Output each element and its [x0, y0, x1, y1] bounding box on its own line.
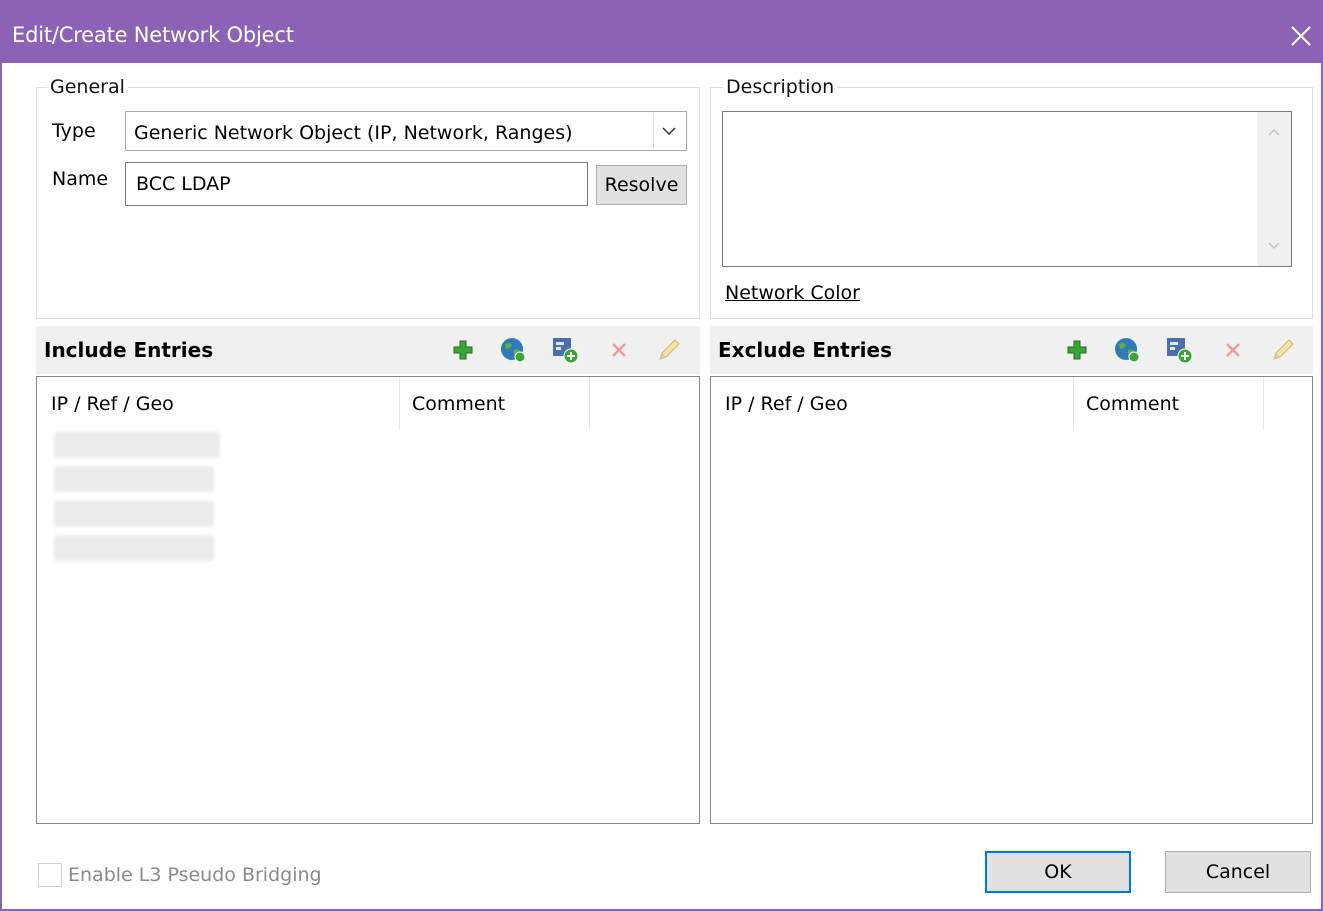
network-object-dialog: Edit/Create Network Object General Type …: [0, 0, 1323, 911]
include-entries-header: Include Entries: [36, 326, 700, 374]
include-entries-list[interactable]: IP / Ref / Geo Comment: [36, 376, 700, 824]
description-legend: Description: [723, 75, 838, 99]
network-color-link[interactable]: Network Color: [725, 281, 860, 305]
exclude-col-ip[interactable]: IP / Ref / Geo: [711, 377, 1074, 429]
table-row[interactable]: [54, 501, 214, 527]
close-button[interactable]: [1277, 10, 1323, 62]
name-field[interactable]: BCC LDAP: [125, 162, 588, 206]
delete-icon: [1226, 343, 1240, 357]
globe-icon: [501, 338, 526, 363]
ok-button[interactable]: OK: [985, 851, 1131, 893]
l3-bridging-label[interactable]: Enable L3 Pseudo Bridging: [68, 863, 322, 887]
scroll-up-icon[interactable]: [1268, 128, 1280, 136]
table-row[interactable]: [54, 466, 214, 492]
general-legend: General: [47, 75, 128, 99]
table-row[interactable]: [54, 432, 220, 458]
name-label: Name: [52, 168, 109, 190]
include-col-ip[interactable]: IP / Ref / Geo: [37, 377, 400, 429]
type-select[interactable]: Generic Network Object (IP, Network, Ran…: [125, 111, 687, 151]
include-geo-button[interactable]: [498, 335, 528, 365]
resolve-button[interactable]: Resolve: [596, 165, 687, 205]
scroll-down-icon[interactable]: [1268, 242, 1280, 250]
exclude-geo-button[interactable]: [1112, 335, 1142, 365]
exclude-col-comment[interactable]: Comment: [1074, 377, 1264, 429]
include-reference-button[interactable]: [550, 335, 580, 365]
add-reference-icon: [553, 338, 579, 364]
add-icon: [1067, 340, 1087, 360]
ok-button-label: OK: [1044, 861, 1072, 883]
exclude-entries-title: Exclude Entries: [718, 338, 893, 362]
table-row[interactable]: [54, 535, 214, 561]
type-select-value: Generic Network Object (IP, Network, Ran…: [134, 122, 573, 144]
delete-icon: [612, 343, 626, 357]
edit-icon: [659, 339, 680, 360]
include-edit-button[interactable]: [654, 335, 684, 365]
title-bar: Edit/Create Network Object: [2, 0, 1323, 63]
include-col-comment[interactable]: Comment: [400, 377, 590, 429]
edit-icon: [1273, 339, 1294, 360]
include-delete-button[interactable]: [604, 335, 634, 365]
description-textarea[interactable]: [722, 111, 1292, 267]
add-icon: [453, 340, 473, 360]
close-icon: [1291, 26, 1311, 46]
exclude-add-button[interactable]: [1062, 335, 1092, 365]
include-add-button[interactable]: [448, 335, 478, 365]
include-entries-title: Include Entries: [44, 338, 214, 362]
type-dropdown-arrow[interactable]: [653, 114, 684, 148]
name-field-value: BCC LDAP: [136, 173, 231, 195]
window-title: Edit/Create Network Object: [12, 23, 294, 47]
exclude-entries-list[interactable]: IP / Ref / Geo Comment: [710, 376, 1313, 824]
resolve-button-label: Resolve: [604, 174, 679, 196]
description-scrollbar[interactable]: [1257, 112, 1291, 266]
cancel-button-label: Cancel: [1205, 861, 1271, 883]
globe-icon: [1115, 338, 1140, 363]
cancel-button[interactable]: Cancel: [1165, 851, 1311, 893]
exclude-entries-header: Exclude Entries: [710, 326, 1313, 374]
chevron-down-icon: [662, 127, 676, 136]
type-label: Type: [52, 120, 96, 142]
exclude-edit-button[interactable]: [1268, 335, 1298, 365]
exclude-delete-button[interactable]: [1218, 335, 1248, 365]
l3-bridging-checkbox[interactable]: [38, 863, 62, 887]
exclude-reference-button[interactable]: [1164, 335, 1194, 365]
add-reference-icon: [1167, 338, 1193, 364]
